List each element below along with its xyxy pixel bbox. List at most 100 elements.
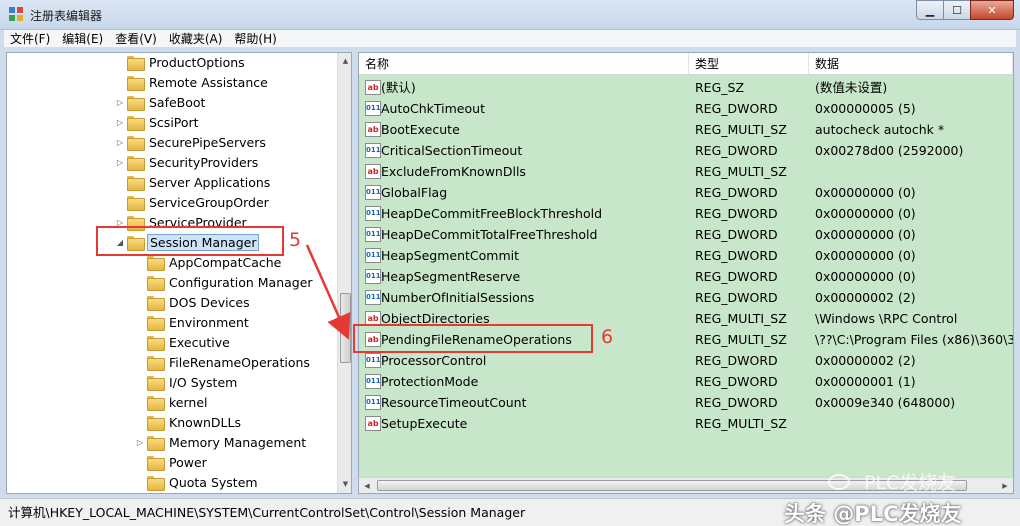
binary-value-icon: 011 xyxy=(365,101,381,116)
tree-item[interactable]: ServiceGroupOrder xyxy=(115,192,271,212)
tree-item[interactable]: Power xyxy=(135,452,209,472)
value-row[interactable]: 011 ProtectionMode REG_DWORD 0x00000001 (1) xyxy=(359,371,1013,392)
tree-item[interactable]: ▷ SecurityProviders xyxy=(115,152,260,172)
list-header: 名称 类型 数据 xyxy=(359,53,1013,75)
tree-item[interactable]: Server Applications xyxy=(115,172,272,192)
scroll-thumb[interactable] xyxy=(340,293,351,363)
value-row[interactable]: 011 ResourceTimeoutCount REG_DWORD 0x0009e3… xyxy=(359,392,1013,413)
folder-icon xyxy=(147,255,165,271)
value-type: REG_DWORD xyxy=(695,269,778,284)
folder-icon xyxy=(127,195,145,211)
binary-value-icon: 011 xyxy=(365,374,381,389)
value-name: (默认) xyxy=(381,80,416,95)
expand-arrow-icon[interactable]: ▷ xyxy=(115,138,125,147)
binary-value-icon: 011 xyxy=(365,206,381,221)
value-row[interactable]: ab BootExecute REG_MULTI_SZ autocheck autoc… xyxy=(359,119,1013,140)
scroll-down-icon[interactable]: ▼ xyxy=(339,477,351,492)
value-type: REG_DWORD xyxy=(695,248,778,263)
expand-arrow-icon[interactable]: ▷ xyxy=(115,118,125,127)
binary-value-icon: 011 xyxy=(365,395,381,410)
expand-arrow-icon[interactable]: ▷ xyxy=(135,438,145,447)
expand-arrow-icon[interactable]: ▷ xyxy=(115,98,125,107)
value-row[interactable]: 011 HeapDeCommitTotalFreeThreshold REG_DWO… xyxy=(359,224,1013,245)
value-row[interactable]: ab (默认) REG_SZ (数值未设置) xyxy=(359,77,1013,98)
binary-value-icon: 011 xyxy=(365,185,381,200)
menu-view[interactable]: 查看(V) xyxy=(109,30,163,48)
annotation-box-pending-rename xyxy=(353,324,593,353)
value-row[interactable]: 011 ProcessorControl REG_DWORD 0x00000002 (… xyxy=(359,350,1013,371)
tree-item[interactable]: Configuration Manager xyxy=(135,272,315,292)
tree-item[interactable]: DOS Devices xyxy=(135,292,252,312)
value-row[interactable]: 011 HeapSegmentCommit REG_DWORD 0x00000000 … xyxy=(359,245,1013,266)
value-type: REG_MULTI_SZ xyxy=(695,416,787,431)
value-data: 0x00000002 (2) xyxy=(815,353,916,368)
value-row[interactable]: ab ExcludeFromKnownDlls REG_MULTI_SZ xyxy=(359,161,1013,182)
tree-item[interactable]: I/O System xyxy=(135,372,239,392)
menu-favorites[interactable]: 收藏夹(A) xyxy=(163,30,229,48)
value-row[interactable]: 011 NumberOfInitialSessions REG_DWORD 0x000… xyxy=(359,287,1013,308)
tree-item[interactable]: ▷ Memory Management xyxy=(135,432,308,452)
value-row[interactable]: ab SetupExecute REG_MULTI_SZ xyxy=(359,413,1013,434)
value-name: NumberOfInitialSessions xyxy=(381,290,535,305)
tree-item[interactable]: KnownDLLs xyxy=(135,412,243,432)
column-header-type[interactable]: 类型 xyxy=(689,53,809,75)
tree-item-label: Configuration Manager xyxy=(169,274,313,290)
tree-item[interactable]: Quota System xyxy=(135,472,260,492)
value-row[interactable]: 011 HeapSegmentReserve REG_DWORD 0x00000000… xyxy=(359,266,1013,287)
tree-item[interactable]: ▷ ScsiPort xyxy=(115,112,201,132)
value-data: 0x00278d00 (2592000) xyxy=(815,143,964,158)
key-tree-pane[interactable]: ProductOptions Remote Assistance ▷ SafeBoot… xyxy=(6,52,352,494)
value-name: BootExecute xyxy=(381,122,460,137)
minimize-button[interactable]: ▁ xyxy=(916,0,944,20)
value-name: HeapDeCommitTotalFreeThreshold xyxy=(381,227,598,242)
column-header-data[interactable]: 数据 xyxy=(809,53,1013,75)
value-data: (数值未设置) xyxy=(815,80,888,95)
expand-arrow-icon[interactable]: ▷ xyxy=(115,158,125,167)
value-name: ProtectionMode xyxy=(381,374,479,389)
title-bar: 注册表编辑器 ▁ ☐ ✕ xyxy=(0,0,1020,30)
tree-item-label: AppCompatCache xyxy=(169,254,282,270)
string-value-icon: ab xyxy=(365,122,381,137)
tree-item[interactable]: Environment xyxy=(135,312,251,332)
value-name: ResourceTimeoutCount xyxy=(381,395,527,410)
tree-item[interactable]: ▷ SecurePipeServers xyxy=(115,132,268,152)
values-list-pane[interactable]: 名称 类型 数据 ab (默认) REG_SZ (数值未设置) 011 AutoChkTi… xyxy=(358,52,1014,494)
value-data: \??\C:\Program Files (x86)\360\36 xyxy=(815,332,1013,347)
value-type: REG_DWORD xyxy=(695,101,778,116)
value-row[interactable]: 011 AutoChkTimeout REG_DWORD 0x00000005 (5) xyxy=(359,98,1013,119)
binary-value-icon: 011 xyxy=(365,290,381,305)
tree-item[interactable]: Remote Assistance xyxy=(115,72,270,92)
value-data: 0x00000000 (0) xyxy=(815,206,916,221)
scroll-left-icon[interactable]: ◀ xyxy=(359,478,375,493)
menu-help[interactable]: 帮助(H) xyxy=(228,30,282,48)
tree-item-label: FileRenameOperations xyxy=(169,354,310,370)
tree-item[interactable]: Executive xyxy=(135,332,232,352)
close-button[interactable]: ✕ xyxy=(970,0,1014,20)
maximize-button[interactable]: ☐ xyxy=(943,0,971,20)
folder-icon xyxy=(127,115,145,131)
tree-item[interactable]: ▷ SafeBoot xyxy=(115,92,207,112)
tree-item[interactable]: kernel xyxy=(135,392,210,412)
folder-icon xyxy=(127,75,145,91)
tree-item[interactable]: FileRenameOperations xyxy=(135,352,312,372)
folder-icon xyxy=(147,315,165,331)
menu-file[interactable]: 文件(F) xyxy=(4,30,56,48)
value-row[interactable]: 011 HeapDeCommitFreeBlockThreshold REG_DWO… xyxy=(359,203,1013,224)
tree-item[interactable]: ProductOptions xyxy=(115,53,247,72)
column-header-name[interactable]: 名称 xyxy=(359,53,689,75)
value-row[interactable]: 011 CriticalSectionTimeout REG_DWORD 0x0027… xyxy=(359,140,1013,161)
value-data: 0x00000001 (1) xyxy=(815,374,916,389)
binary-value-icon: 011 xyxy=(365,353,381,368)
value-type: REG_MULTI_SZ xyxy=(695,122,787,137)
scroll-right-icon[interactable]: ▶ xyxy=(997,478,1013,493)
value-name: ProcessorControl xyxy=(381,353,487,368)
value-data: 0x00000000 (0) xyxy=(815,227,916,242)
tree-vertical-scrollbar[interactable]: ▲ ▼ xyxy=(337,53,351,493)
tree-item-label: Remote Assistance xyxy=(149,74,268,90)
folder-icon xyxy=(147,455,165,471)
scroll-up-icon[interactable]: ▲ xyxy=(339,54,351,69)
folder-icon xyxy=(127,55,145,71)
menu-edit[interactable]: 编辑(E) xyxy=(56,30,109,48)
value-row[interactable]: 011 GlobalFlag REG_DWORD 0x00000000 (0) xyxy=(359,182,1013,203)
window-title: 注册表编辑器 xyxy=(30,9,103,23)
